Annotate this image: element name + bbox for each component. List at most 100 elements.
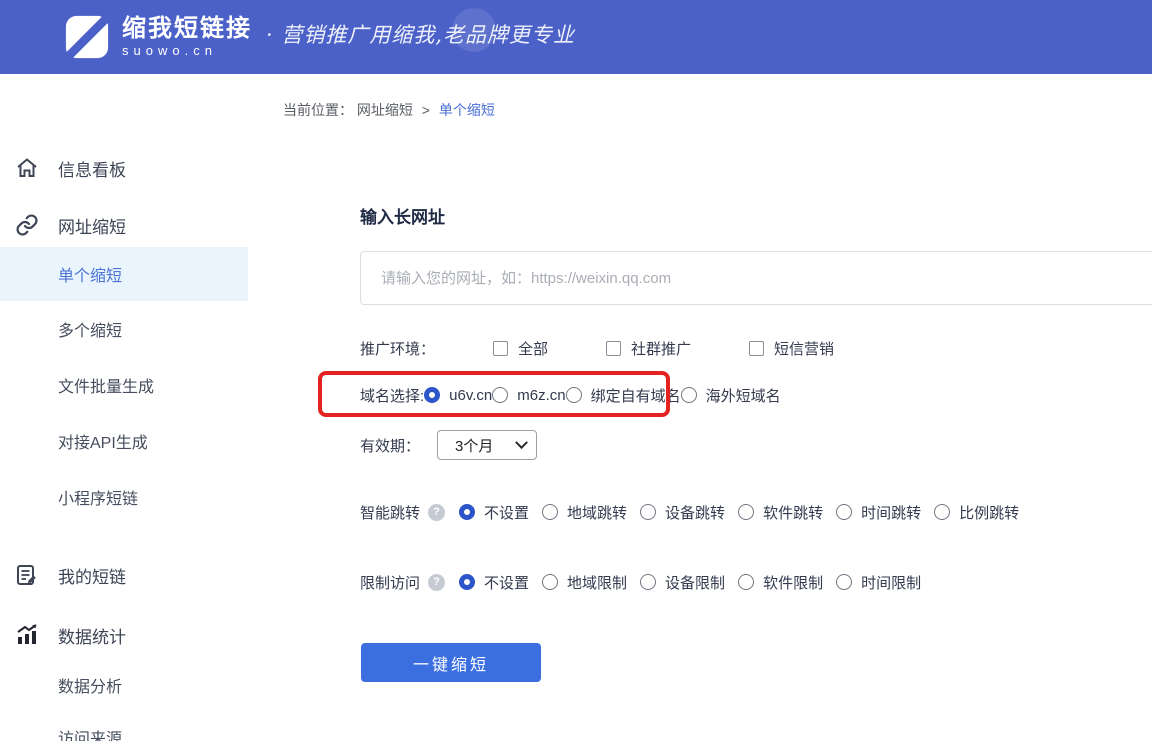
restrict-access-label: 限制访问 <box>360 574 421 592</box>
sidebar-item-dashboard[interactable]: 信息看板 <box>0 144 248 192</box>
smart-jump-row: 智能跳转 ? 不设置 地域跳转 设备跳转 软件跳转 时间跳转 比例跳转 <box>360 501 1152 523</box>
radio-option-restrict-software[interactable]: 软件限制 <box>738 572 823 593</box>
stats-icon <box>17 624 37 644</box>
sidebar-item-label: 我的短链 <box>58 567 126 587</box>
radio-icon[interactable] <box>680 387 697 403</box>
radio-option-custom-domain[interactable]: 绑定自有域名 <box>565 385 681 406</box>
radio-label: 不设置 <box>484 574 530 592</box>
sidebar-item-file-batch[interactable]: 文件批量生成 <box>0 357 248 413</box>
link-icon <box>16 214 38 236</box>
radio-option-restrict-device[interactable]: 设备限制 <box>640 572 725 593</box>
sidebar-item-data-analysis[interactable]: 数据分析 <box>0 659 248 711</box>
radio-icon[interactable] <box>542 504 559 520</box>
long-url-input[interactable] <box>360 251 1152 305</box>
checkbox-label: 短信营销 <box>774 340 835 358</box>
help-icon[interactable]: ? <box>428 573 446 591</box>
brand-logo-icon <box>64 14 110 60</box>
radio-icon[interactable] <box>836 504 853 520</box>
promo-env-label: 推广环境： <box>360 340 436 358</box>
radio-label: 软件限制 <box>763 574 824 592</box>
sidebar-item-statistics[interactable]: 数据统计 <box>0 611 248 659</box>
radio-label: 时间限制 <box>861 574 922 592</box>
radio-option-jump-region[interactable]: 地域跳转 <box>542 502 627 523</box>
brand-block[interactable]: 缩我短链接 suowo.cn <box>122 15 252 58</box>
sidebar-item-label: 数据分析 <box>58 679 123 696</box>
tagline-glow-decoration <box>452 8 496 52</box>
sidebar-item-label: 对接API生成 <box>58 435 148 452</box>
radio-label: 设备限制 <box>665 574 726 592</box>
radio-option-u6v[interactable]: u6v.cn <box>424 387 492 404</box>
brand-name: 缩我短链接 <box>122 15 252 42</box>
radio-selected-icon[interactable] <box>459 574 476 590</box>
radio-selected-icon[interactable] <box>459 504 476 520</box>
radio-label: 绑定自有域名 <box>590 387 681 405</box>
brand-domain: suowo.cn <box>122 43 217 58</box>
radio-label: 地域跳转 <box>567 504 628 522</box>
radio-label: 海外短域名 <box>705 387 781 405</box>
radio-icon[interactable] <box>738 574 755 590</box>
radio-label: 不设置 <box>484 504 530 522</box>
sidebar-item-label: 数据统计 <box>58 627 126 647</box>
radio-label: m6z.cn <box>517 386 566 404</box>
checkbox-icon[interactable] <box>493 340 509 356</box>
radio-label: 软件跳转 <box>763 504 824 522</box>
sidebar-item-multi-shorten[interactable]: 多个缩短 <box>0 301 248 357</box>
radio-icon[interactable] <box>542 574 559 590</box>
help-icon[interactable]: ? <box>428 503 446 521</box>
radio-option-restrict-time[interactable]: 时间限制 <box>836 572 921 593</box>
sidebar-item-label: 多个缩短 <box>58 323 123 340</box>
sidebar-item-label: 单个缩短 <box>58 268 123 285</box>
radio-icon[interactable] <box>738 504 755 520</box>
radio-option-restrict-none[interactable]: 不设置 <box>459 572 529 593</box>
radio-selected-icon[interactable] <box>424 387 441 403</box>
checkbox-option-all[interactable]: 全部 <box>493 338 548 359</box>
chevron-down-icon <box>515 435 528 449</box>
validity-selected-value: 3个月 <box>455 437 494 455</box>
radio-option-overseas-domain[interactable]: 海外短域名 <box>680 385 781 406</box>
radio-option-jump-none[interactable]: 不设置 <box>459 502 529 523</box>
radio-option-m6z[interactable]: m6z.cn <box>492 386 566 404</box>
radio-label: 比例跳转 <box>959 504 1020 522</box>
brand-tagline: · 营销推广用缩我,老品牌更专业 <box>266 23 576 47</box>
sidebar-item-visit-source[interactable]: 访问来源 <box>0 711 248 741</box>
radio-icon[interactable] <box>640 574 657 590</box>
promo-env-row: 推广环境： 全部 社群推广 短信营销 <box>360 338 1152 358</box>
validity-label: 有效期： <box>360 437 421 455</box>
radio-icon[interactable] <box>565 387 582 403</box>
sidebar-item-miniprogram-link[interactable]: 小程序短链 <box>0 469 248 525</box>
breadcrumb: 当前位置： 网址缩短 > 单个缩短 <box>283 100 495 120</box>
checkbox-label: 全部 <box>518 340 549 358</box>
sidebar-item-label: 小程序短链 <box>58 491 139 508</box>
sidebar-nav: 信息看板 网址缩短 单个缩短 多个缩短 文件批量生成 对接API生成 小程序短链 <box>0 74 248 741</box>
sidebar-item-single-shorten[interactable]: 单个缩短 <box>0 247 248 301</box>
breadcrumb-separator: > <box>421 102 430 118</box>
radio-option-jump-time[interactable]: 时间跳转 <box>836 502 921 523</box>
radio-icon[interactable] <box>836 574 853 590</box>
radio-label: 时间跳转 <box>861 504 922 522</box>
radio-option-jump-software[interactable]: 软件跳转 <box>738 502 823 523</box>
breadcrumb-current-link[interactable]: 单个缩短 <box>439 102 495 118</box>
sidebar-item-label: 信息看板 <box>58 160 126 180</box>
validity-select[interactable]: 3个月 <box>437 430 538 460</box>
radio-icon[interactable] <box>492 387 509 403</box>
shorten-submit-button[interactable]: 一键缩短 <box>361 643 541 682</box>
doc-edit-icon <box>17 565 36 585</box>
restrict-access-row: 限制访问 ? 不设置 地域限制 设备限制 软件限制 时间限制 <box>360 571 1152 593</box>
checkbox-option-community[interactable]: 社群推广 <box>606 338 691 359</box>
sidebar-item-my-links[interactable]: 我的短链 <box>0 551 248 599</box>
radio-option-jump-device[interactable]: 设备跳转 <box>640 502 725 523</box>
sidebar-item-api-generate[interactable]: 对接API生成 <box>0 413 248 469</box>
checkbox-icon[interactable] <box>606 340 622 356</box>
radio-label: u6v.cn <box>449 386 493 404</box>
validity-row: 有效期： 3个月 <box>360 430 1152 460</box>
checkbox-option-sms[interactable]: 短信营销 <box>749 338 834 359</box>
checkbox-icon[interactable] <box>749 340 765 356</box>
radio-option-restrict-region[interactable]: 地域限制 <box>542 572 627 593</box>
breadcrumb-section-link[interactable]: 网址缩短 <box>357 102 413 118</box>
sidebar-item-url-shorten[interactable]: 网址缩短 <box>0 203 248 247</box>
checkbox-label: 社群推广 <box>631 340 692 358</box>
radio-label: 设备跳转 <box>665 504 726 522</box>
radio-icon[interactable] <box>934 504 951 520</box>
radio-option-jump-ratio[interactable]: 比例跳转 <box>934 502 1019 523</box>
radio-icon[interactable] <box>640 504 657 520</box>
